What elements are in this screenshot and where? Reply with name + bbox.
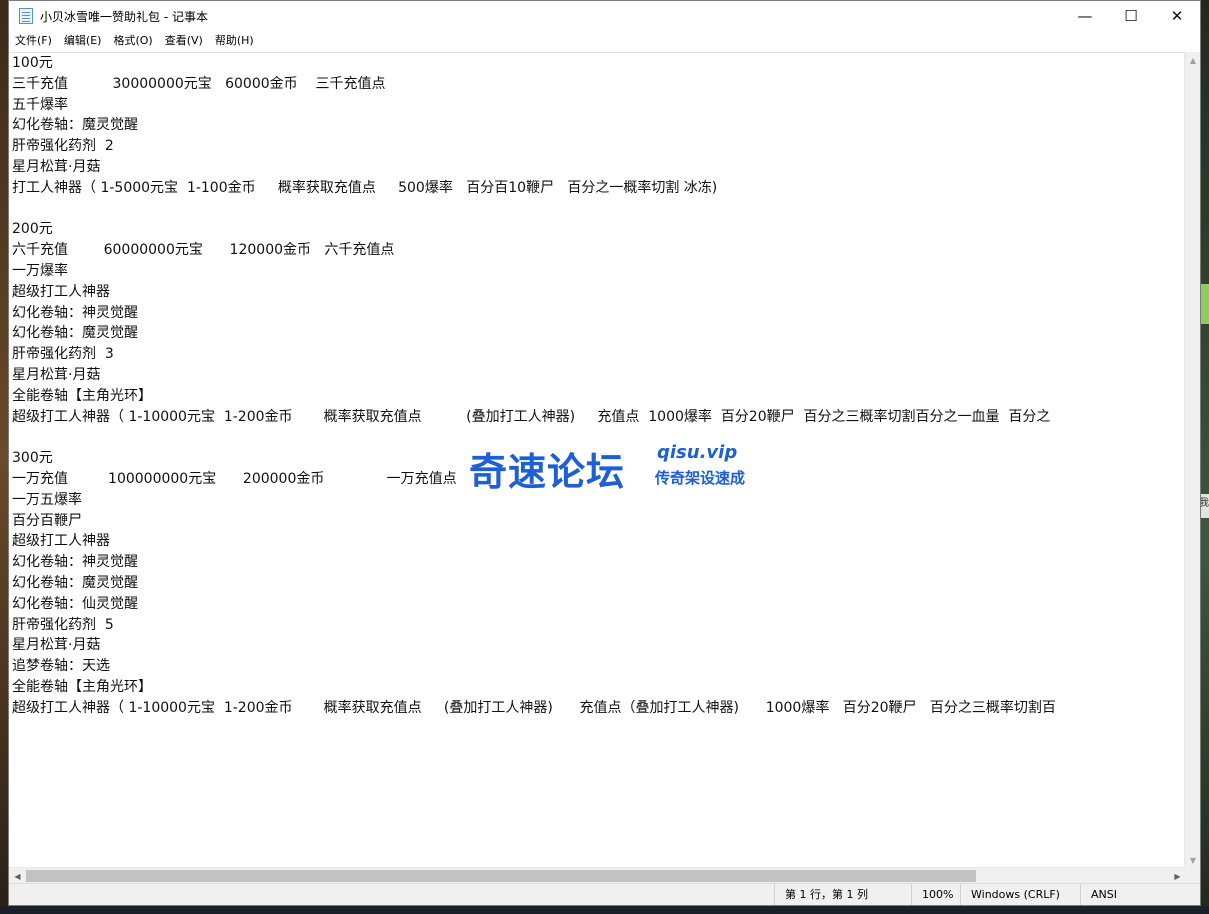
text-line[interactable]: 全能卷轴【主角光环】	[9, 677, 1186, 698]
status-encoding: ANSI	[1080, 884, 1186, 905]
menu-format[interactable]: 格式(O)	[107, 31, 158, 51]
title-bar[interactable]: 小贝冰雪唯一赞助礼包 - 记事本 — ☐ ✕	[9, 1, 1200, 31]
text-line[interactable]: 一万五爆率	[9, 490, 1186, 511]
text-line[interactable]: 超级打工人神器	[9, 531, 1186, 552]
vertical-scrollbar[interactable]: ▲ ▼	[1184, 52, 1200, 869]
scroll-left-icon[interactable]: ◀	[9, 868, 26, 884]
horizontal-scroll-thumb[interactable]	[26, 870, 976, 882]
menu-file[interactable]: 文件(F)	[9, 31, 58, 51]
text-line[interactable]	[9, 427, 1186, 448]
menu-edit[interactable]: 编辑(E)	[58, 31, 108, 51]
text-line[interactable]: 200元	[9, 219, 1186, 240]
maximize-button[interactable]: ☐	[1108, 1, 1154, 31]
status-line-ending: Windows (CRLF)	[960, 884, 1082, 905]
horizontal-scrollbar[interactable]: ◀ ▶	[9, 867, 1186, 884]
text-line[interactable]: 幻化卷轴：魔灵觉醒	[9, 573, 1186, 594]
status-bar: 第 1 行，第 1 列 100% Windows (CRLF) ANSI	[9, 883, 1200, 905]
notepad-window: 小贝冰雪唯一赞助礼包 - 记事本 — ☐ ✕ 文件(F) 编辑(E) 格式(O)…	[8, 0, 1201, 906]
text-line[interactable]: 幻化卷轴：仙灵觉醒	[9, 594, 1186, 615]
text-line[interactable]: 幻化卷轴：魔灵觉醒	[9, 115, 1186, 136]
text-line[interactable]: 一万充值 100000000元宝 200000金币 一万充值点	[9, 469, 1186, 490]
scroll-up-icon[interactable]: ▲	[1185, 52, 1201, 69]
notepad-icon	[19, 8, 33, 24]
window-title: 小贝冰雪唯一赞助礼包 - 记事本	[40, 9, 208, 24]
text-line[interactable]: 星月松茸·月菇	[9, 157, 1186, 178]
text-line[interactable]: 肝帝强化药剂 5	[9, 615, 1186, 636]
text-line[interactable]: 超级打工人神器	[9, 282, 1186, 303]
text-line[interactable]	[9, 199, 1186, 220]
text-line[interactable]: 追梦卷轴：天选	[9, 656, 1186, 677]
text-line[interactable]: 超级打工人神器（ 1-10000元宝 1-200金币 概率获取充值点 (叠加打工…	[9, 698, 1186, 719]
desktop-background-bottom	[0, 906, 1209, 914]
text-editor[interactable]: 100元 三千充值 30000000元宝 60000金币 三千充值点 五千爆率 幻化卷…	[9, 52, 1186, 870]
text-line[interactable]: 超级打工人神器（ 1-10000元宝 1-200金币 概率获取充值点 (叠加打工…	[9, 407, 1186, 428]
desktop-background-accent	[1201, 284, 1209, 324]
window-controls: — ☐ ✕	[1062, 1, 1200, 31]
text-line[interactable]: 百分百鞭尸	[9, 511, 1186, 532]
text-line[interactable]: 肝帝强化药剂 2	[9, 136, 1186, 157]
text-line[interactable]: 星月松茸·月菇	[9, 635, 1186, 656]
text-line[interactable]: 100元	[9, 53, 1186, 74]
menu-bar: 文件(F) 编辑(E) 格式(O) 查看(V) 帮助(H)	[9, 31, 1200, 51]
text-line[interactable]: 六千充值 60000000元宝 120000金币 六千充值点	[9, 240, 1186, 261]
text-line[interactable]: 幻化卷轴：神灵觉醒	[9, 303, 1186, 324]
text-line[interactable]: 五千爆率	[9, 95, 1186, 116]
text-line[interactable]: 三千充值 30000000元宝 60000金币 三千充值点	[9, 74, 1186, 95]
text-line[interactable]: 打工人神器（ 1-5000元宝 1-100金币 概率获取充值点 500爆率 百分…	[9, 178, 1186, 199]
text-line[interactable]: 肝帝强化药剂 3	[9, 344, 1186, 365]
menu-help[interactable]: 帮助(H)	[209, 31, 260, 51]
text-line[interactable]: 300元	[9, 448, 1186, 469]
text-line[interactable]: 星月松茸·月菇	[9, 365, 1186, 386]
close-button[interactable]: ✕	[1154, 1, 1200, 31]
text-line[interactable]: 幻化卷轴：魔灵觉醒	[9, 323, 1186, 344]
text-line[interactable]: 全能卷轴【主角光环】	[9, 386, 1186, 407]
scrollbar-corner	[1184, 867, 1200, 884]
status-cursor-position: 第 1 行，第 1 列	[774, 884, 914, 905]
menu-view[interactable]: 查看(V)	[159, 31, 209, 51]
status-zoom: 100%	[911, 884, 964, 905]
text-line[interactable]: 幻化卷轴：神灵觉醒	[9, 552, 1186, 573]
minimize-button[interactable]: —	[1062, 1, 1108, 31]
text-line[interactable]: 一万爆率	[9, 261, 1186, 282]
